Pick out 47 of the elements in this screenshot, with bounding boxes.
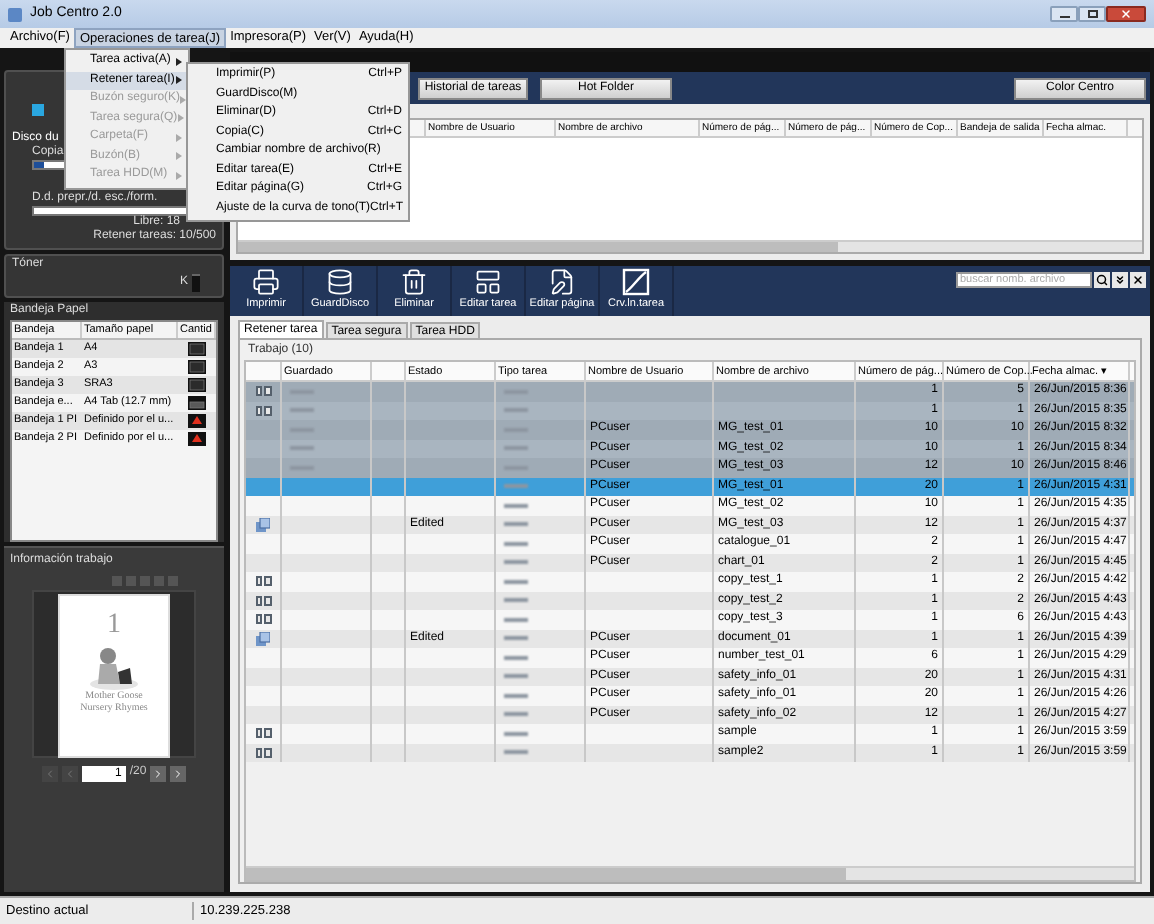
scrollbar[interactable]: [246, 866, 1134, 880]
expand-button[interactable]: [1112, 272, 1128, 288]
layout-icon: [474, 268, 502, 297]
blurred-text: [504, 731, 528, 736]
close-button[interactable]: [1130, 272, 1146, 288]
app-icon: [8, 7, 22, 21]
figure-drawing: [88, 644, 140, 692]
blurred-text: [504, 579, 528, 584]
blurred-text: [504, 750, 528, 755]
page-edit-icon: [548, 268, 576, 297]
scrollbar[interactable]: [238, 240, 1142, 252]
minimize-button[interactable]: [1050, 6, 1078, 22]
grid-icon: [255, 728, 271, 739]
search-button[interactable]: [1094, 272, 1110, 288]
blurred-text: [504, 560, 528, 565]
blurred-text: [504, 674, 528, 679]
close-icon: [1120, 8, 1132, 20]
blurred-text: [504, 655, 528, 660]
status-square-icon: [32, 104, 44, 116]
next-page-button[interactable]: [150, 765, 167, 781]
preview-number: 1: [107, 612, 121, 640]
blurred-text: [504, 636, 528, 641]
grid-icon: [255, 614, 271, 625]
grid-icon: [255, 386, 271, 397]
tray-level-icon: [188, 414, 206, 428]
blurred-text: [504, 484, 528, 489]
layers-icon: [256, 517, 270, 532]
blurred-text: [504, 503, 528, 508]
toner-gauge: [192, 274, 200, 292]
printer-icon: [252, 268, 280, 297]
blurred-text: [504, 693, 528, 698]
grid-icon: [255, 747, 271, 758]
grid-icon: [255, 405, 271, 416]
last-page-button[interactable]: [170, 765, 187, 781]
grid-icon: [255, 595, 271, 606]
trash-icon: [400, 268, 428, 297]
blurred-text: [504, 712, 528, 717]
blurred-text: [504, 598, 528, 603]
maximize-button[interactable]: [1078, 6, 1106, 22]
grid-icon: [255, 576, 271, 587]
blurred-text: [504, 541, 528, 546]
layers-icon: [256, 631, 270, 646]
tray-level-icon: [188, 432, 206, 446]
blurred-text: [504, 617, 528, 622]
blurred-text: [504, 522, 528, 527]
curve-icon: [622, 268, 650, 297]
disk-icon: [326, 268, 354, 297]
